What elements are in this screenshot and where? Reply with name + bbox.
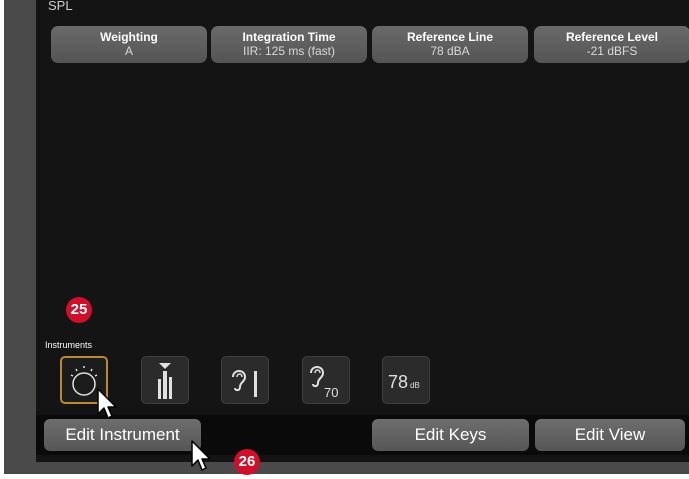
ear-70-text: 70 — [324, 385, 338, 400]
instrument-bar-meter[interactable] — [141, 356, 189, 404]
integration-time-button[interactable]: Integration Time IIR: 125 ms (fast) — [211, 26, 367, 63]
mouse-pointer-icon — [97, 388, 117, 419]
numeric-db-unit: dB — [410, 381, 420, 390]
screenshot-frame: SPL Weighting A Integration Time IIR: 12… — [0, 0, 689, 479]
reference-line-button[interactable]: Reference Line 78 dBA — [372, 26, 528, 63]
param-title: Reference Line — [406, 30, 494, 44]
edit-instrument-button[interactable]: Edit Instrument — [44, 419, 201, 451]
ear-70-icon: 70 — [310, 366, 338, 400]
panel-title: SPL — [48, 0, 73, 13]
edit-view-button[interactable]: Edit View — [535, 419, 685, 451]
spl-panel — [36, 0, 689, 462]
bar-meter-icon — [158, 363, 172, 399]
reference-level-button[interactable]: Reference Level -21 dBFS — [534, 26, 689, 63]
param-title: Reference Level — [565, 30, 659, 44]
callout-badge-25: 25 — [66, 297, 92, 323]
param-value: -21 dBFS — [586, 44, 638, 58]
instruments-label: Instruments — [45, 340, 93, 350]
numeric-db-icon: 78 dB — [388, 372, 420, 392]
param-value: IIR: 125 ms (fast) — [242, 44, 336, 58]
mouse-pointer-icon — [191, 440, 211, 471]
param-value: 78 dBA — [430, 44, 470, 58]
edit-keys-button[interactable]: Edit Keys — [372, 419, 529, 451]
param-title: Integration Time — [242, 30, 336, 44]
ear-level-icon — [232, 370, 257, 397]
instrument-ear-level[interactable] — [221, 356, 269, 404]
param-value: A — [124, 44, 133, 58]
weighting-button[interactable]: Weighting A — [51, 26, 207, 63]
param-title: Weighting — [100, 30, 158, 44]
instrument-numeric-db[interactable]: 78 dB — [382, 356, 430, 404]
instrument-ear-70[interactable]: 70 — [302, 356, 350, 404]
numeric-db-value: 78 — [388, 372, 408, 392]
callout-badge-26: 26 — [234, 449, 260, 475]
